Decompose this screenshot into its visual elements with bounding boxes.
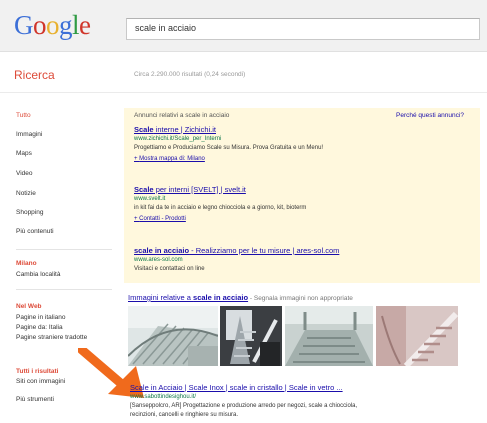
header-bar: Google scale in acciaio bbox=[0, 0, 487, 52]
image-thumbnail[interactable] bbox=[285, 306, 373, 366]
ad-title-link[interactable]: Scale interne | Zichichi.it bbox=[134, 125, 216, 134]
ad-description: Progettiamo e Produciamo Scale su Misura… bbox=[134, 145, 324, 151]
results-heading: Tutti i risultati bbox=[16, 368, 59, 375]
search-input[interactable]: scale in acciaio bbox=[126, 18, 480, 40]
ad-sitelink-text: Mostra mappa di: Milano bbox=[139, 156, 205, 162]
ad-url: www.svelt.it bbox=[134, 196, 166, 202]
ad-sitelink[interactable]: + Contatti - Prodotti bbox=[134, 216, 186, 222]
image-results-title[interactable]: Immagini relative a scale in acciaio - S… bbox=[128, 293, 353, 302]
result-snippet: [Sanseppolcro, AR] Progettazione e produ… bbox=[130, 403, 358, 409]
image-title-pre: Immagini relative a bbox=[128, 293, 194, 302]
ad-sitelink-text: Contatti - Prodotti bbox=[139, 216, 186, 222]
staircase-photo bbox=[376, 306, 458, 366]
sidebar-divider bbox=[16, 289, 112, 290]
staircase-photo bbox=[220, 306, 282, 366]
report-images-link[interactable]: - Segnala immagini non appropriate bbox=[248, 295, 353, 302]
sidebar-item-immagini[interactable]: Immagini bbox=[16, 131, 42, 138]
divider bbox=[0, 92, 487, 93]
ad-url: www.zichichi.it/Scale_per_Interni bbox=[134, 136, 222, 142]
image-thumbnail[interactable] bbox=[376, 306, 458, 366]
sidebar-item-shopping[interactable]: Shopping bbox=[16, 209, 43, 216]
more-tools-link[interactable]: Più strumenti bbox=[16, 396, 54, 403]
sidebar-divider bbox=[16, 249, 112, 250]
ad-title-bold: Scale bbox=[134, 125, 154, 134]
sidebar-item-maps[interactable]: Maps bbox=[16, 150, 32, 157]
filter-translated-pages[interactable]: Pagine straniere tradotte bbox=[16, 334, 87, 341]
logo-letter: l bbox=[72, 10, 80, 40]
web-heading: Nel Web bbox=[16, 303, 42, 310]
staircase-photo bbox=[285, 306, 373, 366]
logo-letter: o bbox=[33, 10, 47, 40]
ad-description: Visitaci e contattaci on line bbox=[134, 266, 205, 272]
sidebar-item-tutto[interactable]: Tutto bbox=[16, 112, 31, 119]
ad-title-bold: Scale bbox=[134, 185, 154, 194]
ad-title-text: - Realizziamo per le tu misure | ares-so… bbox=[189, 246, 340, 255]
result-stats: Circa 2.290.000 risultati (0,24 secondi) bbox=[134, 71, 246, 78]
filter-italy-pages[interactable]: Pagine da: Italia bbox=[16, 324, 63, 331]
sidebar-item-notizie[interactable]: Notizie bbox=[16, 190, 36, 197]
filter-image-sites[interactable]: Siti con immagini bbox=[16, 378, 65, 385]
ads-block: Annunci relativi a scale in acciaio Perc… bbox=[124, 108, 480, 283]
ads-label: Annunci relativi a scale in acciaio bbox=[134, 112, 230, 119]
result-url: www.sabottindesighou.it/ bbox=[130, 394, 197, 400]
ad-description: in kit fai da te in acciaio e legno chio… bbox=[134, 205, 307, 211]
location-heading: Milano bbox=[16, 260, 37, 267]
serp-screenshot: Google scale in acciaio Ricerca Circa 2.… bbox=[0, 0, 487, 423]
sidebar-item-more[interactable]: Più contenuti bbox=[16, 228, 54, 235]
ad-sitelink[interactable]: + Mostra mappa di: Milano bbox=[134, 156, 205, 162]
change-location-link[interactable]: Cambia località bbox=[16, 271, 60, 278]
ad-title-text: per interni [SVELT] | svelt.it bbox=[153, 185, 246, 194]
image-thumbnail[interactable] bbox=[220, 306, 282, 366]
logo-letter: o bbox=[46, 10, 60, 40]
ad-title-text: interne | Zichichi.it bbox=[153, 125, 216, 134]
ad-title-link[interactable]: Scale per interni [SVELT] | svelt.it bbox=[134, 185, 246, 194]
why-these-ads-link[interactable]: Perché questi annunci? bbox=[396, 112, 464, 119]
logo-letter: g bbox=[59, 10, 73, 40]
ad-url: www.ares-sol.com bbox=[134, 257, 183, 263]
result-snippet: recinzioni, cancelli e ringhiere su misu… bbox=[130, 412, 239, 418]
filter-italian-pages[interactable]: Pagine in italiano bbox=[16, 314, 66, 321]
logo-letter: e bbox=[79, 10, 91, 40]
page-title: Ricerca bbox=[14, 68, 55, 82]
sidebar-item-video[interactable]: Video bbox=[16, 170, 33, 177]
logo-letter: G bbox=[14, 10, 34, 40]
ad-title-bold: scale in acciaio bbox=[134, 246, 190, 255]
image-title-bold: scale in acciaio bbox=[193, 293, 249, 302]
result-title-link[interactable]: Scale in Acciaio | Scale Inox | scale in… bbox=[130, 383, 343, 392]
google-logo[interactable]: Google bbox=[14, 10, 91, 41]
ad-title-link[interactable]: scale in acciaio - Realizziamo per le tu… bbox=[134, 246, 339, 255]
search-query: scale in acciaio bbox=[135, 23, 197, 33]
